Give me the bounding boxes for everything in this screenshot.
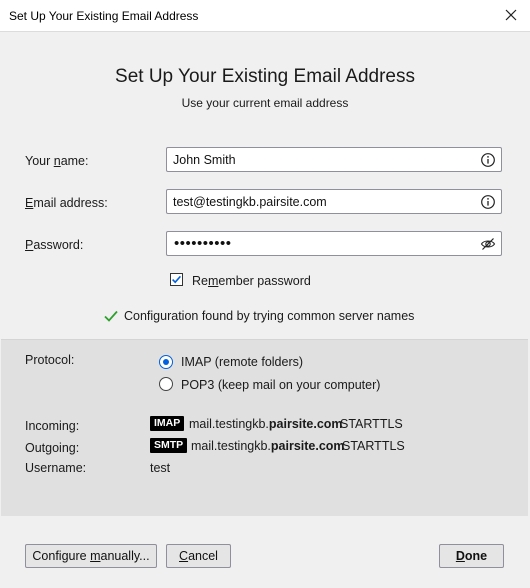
status-message: Configuration found by trying common ser… [124, 309, 415, 323]
done-button[interactable]: Done [439, 544, 504, 568]
incoming-security: STARTTLS [340, 417, 403, 431]
outgoing-host: mail.testingkb.pairsite.com [191, 439, 345, 453]
smtp-badge: SMTP [150, 438, 188, 453]
remember-label-key: m [207, 274, 219, 288]
radio-dot [163, 359, 169, 365]
dialog-content: Set Up Your Existing Email Address Use y… [0, 32, 530, 588]
imap-option-label[interactable]: IMAP (remote folders) [181, 355, 303, 369]
password-value: •••••••••• [174, 235, 232, 252]
outgoing-host-pre: mail.testingkb. [191, 439, 271, 453]
close-icon[interactable] [501, 5, 521, 25]
email-value: test@testingkb.pairsite.com [173, 195, 327, 209]
incoming-host-domain: pairsite.com [268, 417, 343, 431]
password-label: Password: [25, 238, 83, 252]
imap-radio[interactable] [159, 355, 173, 369]
pop3-option-label[interactable]: POP3 (keep mail on your computer) [181, 378, 380, 392]
email-field[interactable]: test@testingkb.pairsite.com [166, 189, 502, 214]
imap-badge: IMAP [150, 416, 185, 431]
protocol-label: Protocol: [25, 353, 75, 367]
title-bar: Set Up Your Existing Email Address [0, 0, 530, 32]
incoming-host-pre: mail.testingkb. [189, 417, 269, 431]
remember-label-pre: Re [192, 274, 208, 288]
pop3-radio[interactable] [159, 377, 173, 391]
name-field[interactable]: John Smith [166, 147, 502, 172]
email-label: Email address: [25, 196, 108, 210]
configure-post: anually... [100, 549, 150, 563]
page-subtitle: Use your current email address [181, 96, 349, 110]
configure-manually-button[interactable]: Configure manually... [25, 544, 157, 568]
config-panel: Protocol: IMAP (remote folders) POP3 (ke… [1, 339, 528, 516]
remember-label-post: ember password [218, 274, 311, 288]
outgoing-security: STARTTLS [342, 439, 405, 453]
name-label-pre: Your [25, 154, 54, 168]
name-label-post: ame: [60, 154, 89, 168]
configure-pre: Configure [32, 549, 91, 563]
info-icon[interactable] [480, 194, 496, 210]
outgoing-host-domain: pairsite.com [270, 439, 345, 453]
username-label: Username: [25, 461, 87, 475]
eye-slash-icon[interactable] [480, 236, 496, 252]
page-title: Set Up Your Existing Email Address [115, 66, 415, 87]
password-label-post: assword: [33, 238, 84, 252]
password-field[interactable]: •••••••••• [166, 231, 502, 256]
incoming-label: Incoming: [25, 419, 80, 433]
outgoing-label: Outgoing: [25, 441, 80, 455]
done-post: one [464, 549, 488, 563]
info-icon[interactable] [480, 152, 496, 168]
name-value: John Smith [173, 153, 236, 167]
cancel-post: ancel [188, 549, 218, 563]
email-label-post: mail address: [33, 196, 108, 210]
done-key: D [455, 549, 465, 563]
name-label: Your name: [25, 154, 88, 168]
cancel-button[interactable]: Cancel [166, 544, 231, 568]
remember-password-checkbox[interactable] [170, 273, 183, 286]
remember-password-label[interactable]: Remember password [192, 274, 311, 288]
cancel-key: C [179, 549, 189, 563]
window-title: Set Up Your Existing Email Address [9, 9, 199, 23]
checkmark-icon [172, 275, 181, 284]
configure-key: m [90, 549, 101, 563]
incoming-host: mail.testingkb.pairsite.com [189, 417, 343, 431]
name-label-key: n [53, 154, 61, 168]
checkmark-icon [104, 310, 118, 322]
username-value: test [150, 461, 171, 475]
